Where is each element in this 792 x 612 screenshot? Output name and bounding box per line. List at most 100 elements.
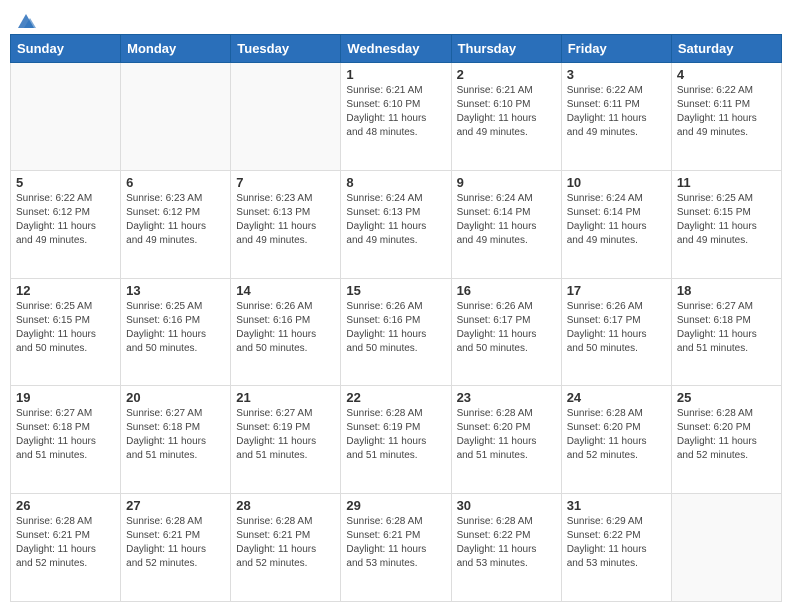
day-info: Sunrise: 6:27 AM Sunset: 6:18 PM Dayligh…: [126, 407, 225, 463]
day-info: Sunrise: 6:28 AM Sunset: 6:21 PM Dayligh…: [16, 515, 115, 571]
weekday-header-monday: Monday: [121, 35, 231, 63]
day-info: Sunrise: 6:28 AM Sunset: 6:20 PM Dayligh…: [457, 407, 556, 463]
day-number: 18: [677, 283, 776, 298]
day-number: 1: [346, 67, 445, 82]
calendar-cell: 5 Sunrise: 6:22 AM Sunset: 6:12 PM Daylig…: [11, 170, 121, 278]
weekday-header-thursday: Thursday: [451, 35, 561, 63]
calendar-week-4: 26 Sunrise: 6:28 AM Sunset: 6:21 PM Dayli…: [11, 494, 782, 602]
day-number: 27: [126, 498, 225, 513]
calendar-week-1: 5 Sunrise: 6:22 AM Sunset: 6:12 PM Daylig…: [11, 170, 782, 278]
calendar-cell: 28 Sunrise: 6:28 AM Sunset: 6:21 PM Dayli…: [231, 494, 341, 602]
day-info: Sunrise: 6:24 AM Sunset: 6:13 PM Dayligh…: [346, 192, 445, 248]
day-info: Sunrise: 6:24 AM Sunset: 6:14 PM Dayligh…: [457, 192, 556, 248]
day-number: 17: [567, 283, 666, 298]
day-info: Sunrise: 6:23 AM Sunset: 6:12 PM Dayligh…: [126, 192, 225, 248]
page: SundayMondayTuesdayWednesdayThursdayFrid…: [0, 0, 792, 612]
calendar-cell: [11, 63, 121, 171]
day-number: 30: [457, 498, 556, 513]
calendar-cell: 2 Sunrise: 6:21 AM Sunset: 6:10 PM Daylig…: [451, 63, 561, 171]
day-number: 13: [126, 283, 225, 298]
calendar-cell: 20 Sunrise: 6:27 AM Sunset: 6:18 PM Dayli…: [121, 386, 231, 494]
day-number: 4: [677, 67, 776, 82]
day-info: Sunrise: 6:26 AM Sunset: 6:17 PM Dayligh…: [567, 300, 666, 356]
day-info: Sunrise: 6:27 AM Sunset: 6:18 PM Dayligh…: [16, 407, 115, 463]
day-info: Sunrise: 6:26 AM Sunset: 6:17 PM Dayligh…: [457, 300, 556, 356]
day-info: Sunrise: 6:28 AM Sunset: 6:21 PM Dayligh…: [346, 515, 445, 571]
calendar-cell: 29Sunrise: 6:28 AM Sunset: 6:21 PM Dayli…: [341, 494, 451, 602]
day-info: Sunrise: 6:29 AM Sunset: 6:22 PM Dayligh…: [567, 515, 666, 571]
day-number: 15: [346, 283, 445, 298]
day-number: 12: [16, 283, 115, 298]
calendar-cell: [671, 494, 781, 602]
calendar-cell: 23Sunrise: 6:28 AM Sunset: 6:20 PM Dayli…: [451, 386, 561, 494]
calendar-cell: 4Sunrise: 6:22 AM Sunset: 6:11 PM Daylig…: [671, 63, 781, 171]
day-info: Sunrise: 6:27 AM Sunset: 6:19 PM Dayligh…: [236, 407, 335, 463]
weekday-header-tuesday: Tuesday: [231, 35, 341, 63]
day-info: Sunrise: 6:28 AM Sunset: 6:21 PM Dayligh…: [236, 515, 335, 571]
header: [10, 10, 782, 26]
day-number: 24: [567, 390, 666, 405]
day-info: Sunrise: 6:25 AM Sunset: 6:15 PM Dayligh…: [677, 192, 776, 248]
day-number: 7: [236, 175, 335, 190]
calendar-cell: 15 Sunrise: 6:26 AM Sunset: 6:16 PM Dayli…: [341, 278, 451, 386]
day-number: 3: [567, 67, 666, 82]
day-number: 8: [346, 175, 445, 190]
day-info: Sunrise: 6:24 AM Sunset: 6:14 PM Dayligh…: [567, 192, 666, 248]
calendar-cell: 12 Sunrise: 6:25 AM Sunset: 6:15 PM Dayli…: [11, 278, 121, 386]
day-info: Sunrise: 6:26 AM Sunset: 6:16 PM Dayligh…: [236, 300, 335, 356]
day-number: 19: [16, 390, 115, 405]
calendar-cell: 13 Sunrise: 6:25 AM Sunset: 6:16 PM Dayli…: [121, 278, 231, 386]
calendar-cell: 22Sunrise: 6:28 AM Sunset: 6:19 PM Dayli…: [341, 386, 451, 494]
calendar-cell: [121, 63, 231, 171]
calendar-cell: 21 Sunrise: 6:27 AM Sunset: 6:19 PM Dayli…: [231, 386, 341, 494]
calendar-cell: [231, 63, 341, 171]
weekday-header-friday: Friday: [561, 35, 671, 63]
day-number: 5: [16, 175, 115, 190]
day-info: Sunrise: 6:22 AM Sunset: 6:12 PM Dayligh…: [16, 192, 115, 248]
calendar-cell: 27 Sunrise: 6:28 AM Sunset: 6:21 PM Dayli…: [121, 494, 231, 602]
day-number: 28: [236, 498, 335, 513]
calendar-week-3: 19 Sunrise: 6:27 AM Sunset: 6:18 PM Dayli…: [11, 386, 782, 494]
calendar-cell: 3 Sunrise: 6:22 AM Sunset: 6:11 PM Daylig…: [561, 63, 671, 171]
calendar-cell: 7 Sunrise: 6:23 AM Sunset: 6:13 PM Daylig…: [231, 170, 341, 278]
calendar-cell: 6 Sunrise: 6:23 AM Sunset: 6:12 PM Daylig…: [121, 170, 231, 278]
day-info: Sunrise: 6:23 AM Sunset: 6:13 PM Dayligh…: [236, 192, 335, 248]
day-info: Sunrise: 6:22 AM Sunset: 6:11 PM Dayligh…: [567, 84, 666, 140]
day-info: Sunrise: 6:27 AM Sunset: 6:18 PM Dayligh…: [677, 300, 776, 356]
calendar-cell: 9 Sunrise: 6:24 AM Sunset: 6:14 PM Daylig…: [451, 170, 561, 278]
day-number: 22: [346, 390, 445, 405]
logo-icon: [16, 10, 36, 30]
day-info: Sunrise: 6:25 AM Sunset: 6:16 PM Dayligh…: [126, 300, 225, 356]
calendar-week-2: 12 Sunrise: 6:25 AM Sunset: 6:15 PM Dayli…: [11, 278, 782, 386]
weekday-header-sunday: Sunday: [11, 35, 121, 63]
calendar-week-0: 1 Sunrise: 6:21 AM Sunset: 6:10 PM Daylig…: [11, 63, 782, 171]
calendar-cell: 25 Sunrise: 6:28 AM Sunset: 6:20 PM Dayli…: [671, 386, 781, 494]
weekday-header-wednesday: Wednesday: [341, 35, 451, 63]
day-number: 25: [677, 390, 776, 405]
day-info: Sunrise: 6:28 AM Sunset: 6:21 PM Dayligh…: [126, 515, 225, 571]
calendar-cell: 8 Sunrise: 6:24 AM Sunset: 6:13 PM Daylig…: [341, 170, 451, 278]
calendar-cell: 16 Sunrise: 6:26 AM Sunset: 6:17 PM Dayli…: [451, 278, 561, 386]
day-number: 21: [236, 390, 335, 405]
day-number: 16: [457, 283, 556, 298]
day-number: 10: [567, 175, 666, 190]
day-number: 26: [16, 498, 115, 513]
logo: [14, 10, 36, 26]
calendar-cell: 11 Sunrise: 6:25 AM Sunset: 6:15 PM Dayli…: [671, 170, 781, 278]
calendar-cell: 18 Sunrise: 6:27 AM Sunset: 6:18 PM Dayli…: [671, 278, 781, 386]
calendar-cell: 31Sunrise: 6:29 AM Sunset: 6:22 PM Dayli…: [561, 494, 671, 602]
day-info: Sunrise: 6:28 AM Sunset: 6:20 PM Dayligh…: [677, 407, 776, 463]
day-number: 20: [126, 390, 225, 405]
day-number: 6: [126, 175, 225, 190]
day-info: Sunrise: 6:21 AM Sunset: 6:10 PM Dayligh…: [457, 84, 556, 140]
calendar-cell: 17 Sunrise: 6:26 AM Sunset: 6:17 PM Dayli…: [561, 278, 671, 386]
day-info: Sunrise: 6:26 AM Sunset: 6:16 PM Dayligh…: [346, 300, 445, 356]
weekday-header-row: SundayMondayTuesdayWednesdayThursdayFrid…: [11, 35, 782, 63]
day-number: 9: [457, 175, 556, 190]
day-info: Sunrise: 6:25 AM Sunset: 6:15 PM Dayligh…: [16, 300, 115, 356]
day-number: 11: [677, 175, 776, 190]
day-info: Sunrise: 6:21 AM Sunset: 6:10 PM Dayligh…: [346, 84, 445, 140]
calendar-cell: 19 Sunrise: 6:27 AM Sunset: 6:18 PM Dayli…: [11, 386, 121, 494]
day-number: 2: [457, 67, 556, 82]
calendar-cell: 24Sunrise: 6:28 AM Sunset: 6:20 PM Dayli…: [561, 386, 671, 494]
